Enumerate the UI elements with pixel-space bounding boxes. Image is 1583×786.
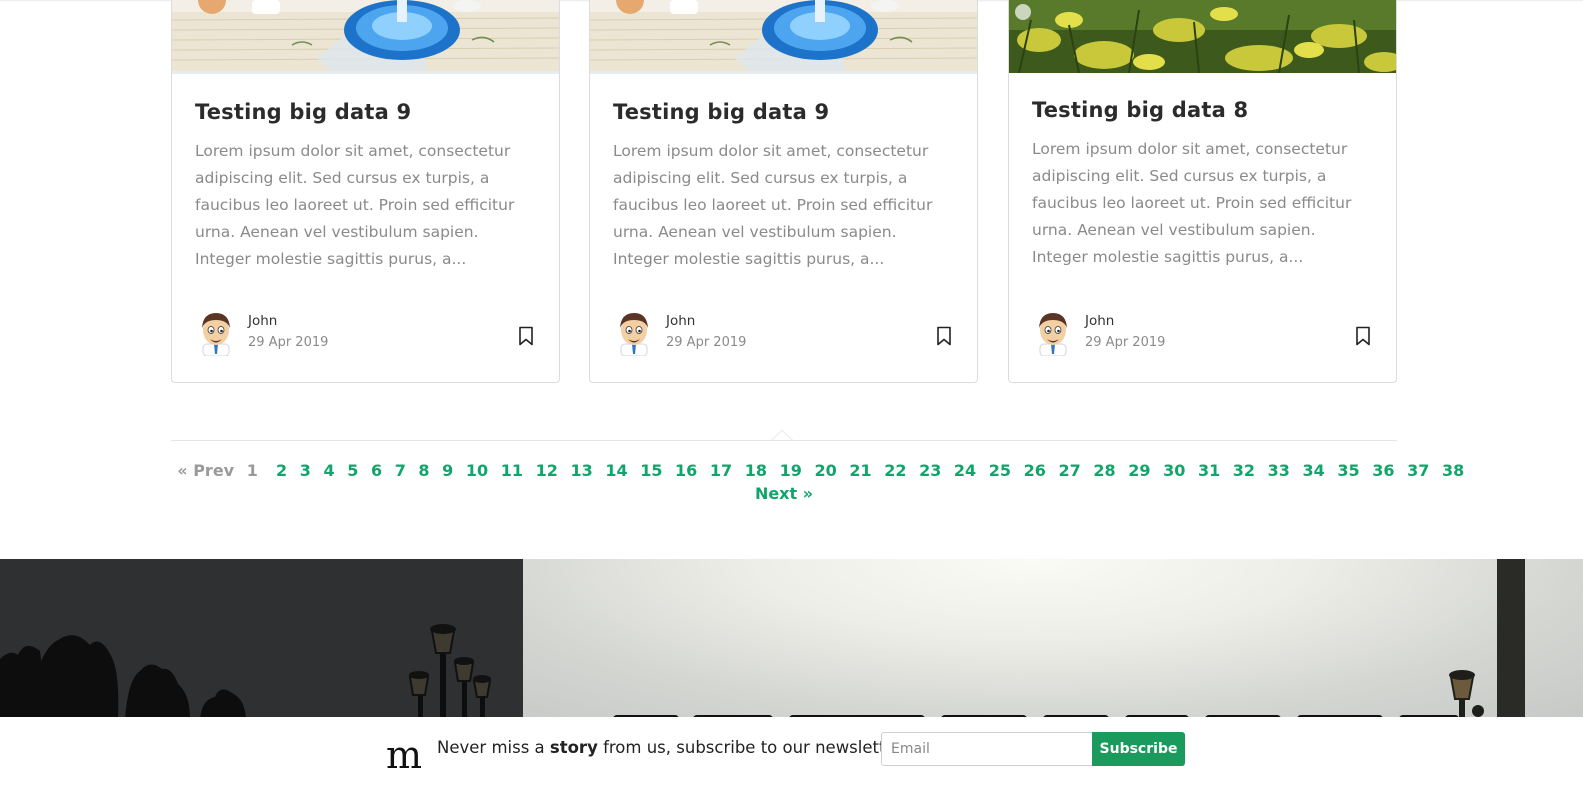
post-card[interactable]: Testing big data 9 Lorem ipsum dolor sit… [171, 0, 560, 383]
post-card-image[interactable] [172, 0, 559, 74]
pagination-page-link[interactable]: 23 [919, 459, 941, 483]
post-card-footer: John 29 Apr 2019 [613, 310, 957, 356]
bookmark-icon[interactable] [1355, 326, 1371, 346]
post-card[interactable]: Testing big data 9 Lorem ipsum dolor sit… [589, 0, 978, 383]
pagination-page-link[interactable]: 38 [1442, 459, 1464, 483]
pagination-page-link[interactable]: 4 [323, 459, 334, 483]
post-card-grid: Testing big data 9 Lorem ipsum dolor sit… [171, 0, 1397, 383]
pagination-page-link[interactable]: 5 [347, 459, 358, 483]
email-field[interactable] [881, 732, 1093, 766]
pagination-page-link[interactable]: 12 [536, 459, 558, 483]
author-name[interactable]: John [1085, 313, 1114, 329]
post-date: 29 Apr 2019 [248, 335, 329, 350]
pagination-page-link[interactable]: 21 [849, 459, 871, 483]
pagination-page-link[interactable]: 8 [418, 459, 429, 483]
post-card-image[interactable] [590, 0, 977, 74]
hero-image-left[interactable] [0, 559, 523, 719]
newsletter-text-before: Never miss a [437, 738, 550, 757]
pagination-page-link[interactable]: 18 [745, 459, 767, 483]
pagination-page-link[interactable]: 11 [501, 459, 523, 483]
post-card-image[interactable] [1009, 0, 1396, 73]
brand-logo[interactable]: m [386, 735, 422, 775]
newsletter-bar: m Never miss a story from us, subscribe … [0, 717, 1583, 786]
subscribe-button[interactable]: Subscribe [1092, 732, 1185, 766]
avatar[interactable] [197, 310, 235, 356]
author-name[interactable]: John [666, 313, 695, 329]
newsletter-message: Never miss a story from us, subscribe to… [437, 738, 902, 757]
pagination-page-link[interactable]: 28 [1093, 459, 1115, 483]
pagination-page-link[interactable]: 24 [954, 459, 976, 483]
pagination-page-link[interactable]: 17 [710, 459, 732, 483]
pagination-page-link[interactable]: 3 [300, 459, 311, 483]
pagination-page-link[interactable]: 15 [640, 459, 662, 483]
pagination-page-link[interactable]: 35 [1337, 459, 1359, 483]
pagination-page-link[interactable]: 34 [1303, 459, 1325, 483]
pagination-next[interactable]: Next » [171, 484, 1397, 503]
pagination-page-link[interactable]: 7 [395, 459, 406, 483]
pagination-page-link[interactable]: 30 [1163, 459, 1185, 483]
pagination-page-link[interactable]: 14 [605, 459, 627, 483]
pagination-page-link[interactable]: 10 [466, 459, 488, 483]
pagination-page-link[interactable]: 9 [442, 459, 453, 483]
pagination-page-link[interactable]: 13 [570, 459, 592, 483]
hero-image-right[interactable] [523, 559, 1583, 719]
post-card[interactable]: Testing big data 8 Lorem ipsum dolor sit… [1008, 0, 1397, 383]
post-card-title[interactable]: Testing big data 9 [195, 98, 535, 126]
newsletter-text-bold: story [549, 738, 598, 757]
pagination-page-link[interactable]: 31 [1198, 459, 1220, 483]
featured-hero-banner [0, 559, 1583, 719]
post-date: 29 Apr 2019 [1085, 335, 1166, 350]
pagination-page-link[interactable]: 36 [1372, 459, 1394, 483]
avatar[interactable] [1034, 310, 1072, 356]
post-date: 29 Apr 2019 [666, 335, 747, 350]
post-card-excerpt: Lorem ipsum dolor sit amet, consectetur … [1032, 140, 1352, 266]
pagination-page-link[interactable]: 25 [989, 459, 1011, 483]
pagination-links: « Prev 1 2 3 4 5 6 7 8 9 10 11 12 13 14 15 16 17 18 19 20 21… [171, 459, 1464, 483]
pagination-page-link[interactable]: 20 [814, 459, 836, 483]
post-card-footer: John 29 Apr 2019 [1032, 310, 1376, 356]
post-card-excerpt: Lorem ipsum dolor sit amet, consectetur … [613, 142, 933, 268]
pagination-page-link[interactable]: 16 [675, 459, 697, 483]
author-name[interactable]: John [248, 313, 277, 329]
pagination-page-link[interactable]: 26 [1024, 459, 1046, 483]
avatar[interactable] [615, 310, 653, 356]
pagination-page-link[interactable]: 27 [1059, 459, 1081, 483]
post-card-title[interactable]: Testing big data 8 [1032, 96, 1372, 124]
post-card-excerpt: Lorem ipsum dolor sit amet, consectetur … [195, 142, 515, 268]
pagination-page-link[interactable]: 29 [1128, 459, 1150, 483]
pagination-page-link[interactable]: 37 [1407, 459, 1429, 483]
pagination-page-link[interactable]: 22 [884, 459, 906, 483]
post-card-footer: John 29 Apr 2019 [195, 310, 539, 356]
pagination-page-link[interactable]: 33 [1268, 459, 1290, 483]
pagination-current-page: 1 [246, 461, 258, 480]
pagination-page-link[interactable]: 2 [276, 459, 287, 483]
pagination-page-link[interactable]: 6 [371, 459, 382, 483]
pagination-page-link[interactable]: 32 [1233, 459, 1255, 483]
bookmark-icon[interactable] [936, 326, 952, 346]
bookmark-icon[interactable] [518, 326, 534, 346]
pagination-page-link[interactable]: 19 [780, 459, 802, 483]
pagination: « Prev 1 2 3 4 5 6 7 8 9 10 11 12 13 14 15 16 17 18 19 20 21… [171, 430, 1464, 510]
pagination-divider-arrow [771, 430, 793, 440]
post-card-title[interactable]: Testing big data 9 [613, 98, 953, 126]
newsletter-text-after: from us, subscribe to our newsletter [597, 738, 903, 757]
pagination-prev: « Prev [177, 461, 235, 480]
